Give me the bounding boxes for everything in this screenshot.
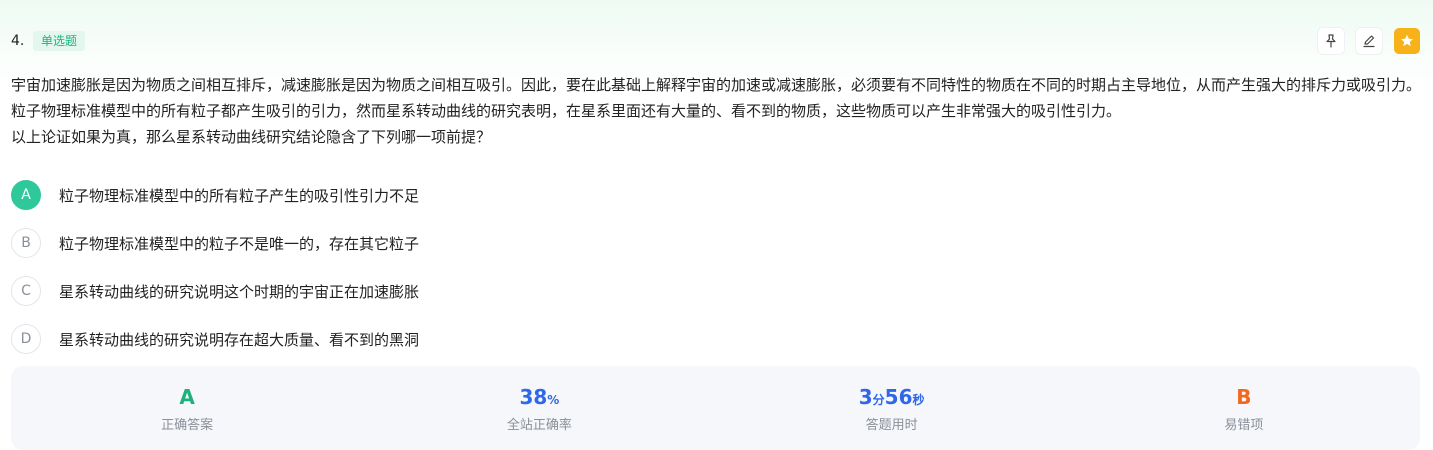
common-wrong-value: B	[1236, 384, 1252, 409]
option-letter: D	[11, 324, 41, 354]
edit-icon	[1363, 35, 1375, 48]
question-toolbar	[1318, 28, 1420, 54]
option-letter: B	[11, 228, 41, 258]
pin-icon	[1326, 34, 1336, 48]
correct-answer-label: 正确答案	[161, 417, 214, 433]
option-text: 星系转动曲线的研究说明存在超大质量、看不到的黑洞	[59, 330, 420, 349]
stat-correct-answer: A 正确答案	[11, 366, 363, 450]
option-b[interactable]: B 粒子物理标准模型中的粒子不是唯一的，存在其它粒子	[11, 219, 911, 267]
stat-time: 3分56秒 答题用时	[716, 366, 1068, 450]
accuracy-label: 全站正确率	[506, 417, 572, 433]
question-type-badge: 单选题	[33, 31, 86, 51]
time-value: 3分56秒	[859, 384, 925, 410]
question-card: 4. 单选题 宇宙加速膨胀是因为物质之间相互排斥，减速膨胀是因为物质之间相互吸引…	[0, 0, 1433, 450]
time-minutes-unit: 分	[872, 392, 885, 407]
time-minutes: 3	[858, 384, 873, 409]
option-letter: A	[11, 180, 41, 210]
stem-question: 以上论证如果为真，那么星系转动曲线研究结论隐含了下列哪一项前提？	[11, 128, 492, 146]
option-letter: C	[11, 276, 41, 306]
accuracy-value: 38%	[519, 384, 559, 410]
question-stem: 宇宙加速膨胀是因为物质之间相互排斥，减速膨胀是因为物质之间相互吸引。因此，要在此…	[11, 72, 1421, 150]
correct-answer-value: A	[179, 384, 195, 409]
question-number: 4.	[11, 33, 25, 49]
edit-button[interactable]	[1356, 28, 1382, 54]
options-list: A 粒子物理标准模型中的所有粒子产生的吸引性引力不足 B 粒子物理标准模型中的粒…	[11, 171, 911, 363]
stat-accuracy: 38% 全站正确率	[363, 366, 715, 450]
common-wrong-label: 易错项	[1224, 417, 1264, 433]
option-c[interactable]: C 星系转动曲线的研究说明这个时期的宇宙正在加速膨胀	[11, 267, 911, 315]
stat-common-wrong: B 易错项	[1068, 366, 1420, 450]
star-icon	[1401, 34, 1413, 47]
time-seconds: 56	[884, 384, 913, 409]
option-text: 粒子物理标准模型中的所有粒子产生的吸引性引力不足	[59, 186, 420, 205]
time-label: 答题用时	[865, 417, 918, 433]
favorite-button[interactable]	[1394, 28, 1420, 54]
option-a[interactable]: A 粒子物理标准模型中的所有粒子产生的吸引性引力不足	[11, 171, 911, 219]
accuracy-number: 38	[519, 384, 548, 409]
answer-stats-panel: A 正确答案 38% 全站正确率 3分56秒 答题用时 B 易错项	[11, 366, 1420, 450]
pin-button[interactable]	[1318, 28, 1344, 54]
option-text: 星系转动曲线的研究说明这个时期的宇宙正在加速膨胀	[59, 282, 420, 301]
option-d[interactable]: D 星系转动曲线的研究说明存在超大质量、看不到的黑洞	[11, 315, 911, 363]
accuracy-unit: %	[547, 392, 560, 407]
option-text: 粒子物理标准模型中的粒子不是唯一的，存在其它粒子	[59, 234, 420, 253]
time-seconds-unit: 秒	[912, 392, 925, 407]
stem-text: 宇宙加速膨胀是因为物质之间相互排斥，减速膨胀是因为物质之间相互吸引。因此，要在此…	[11, 76, 1422, 120]
